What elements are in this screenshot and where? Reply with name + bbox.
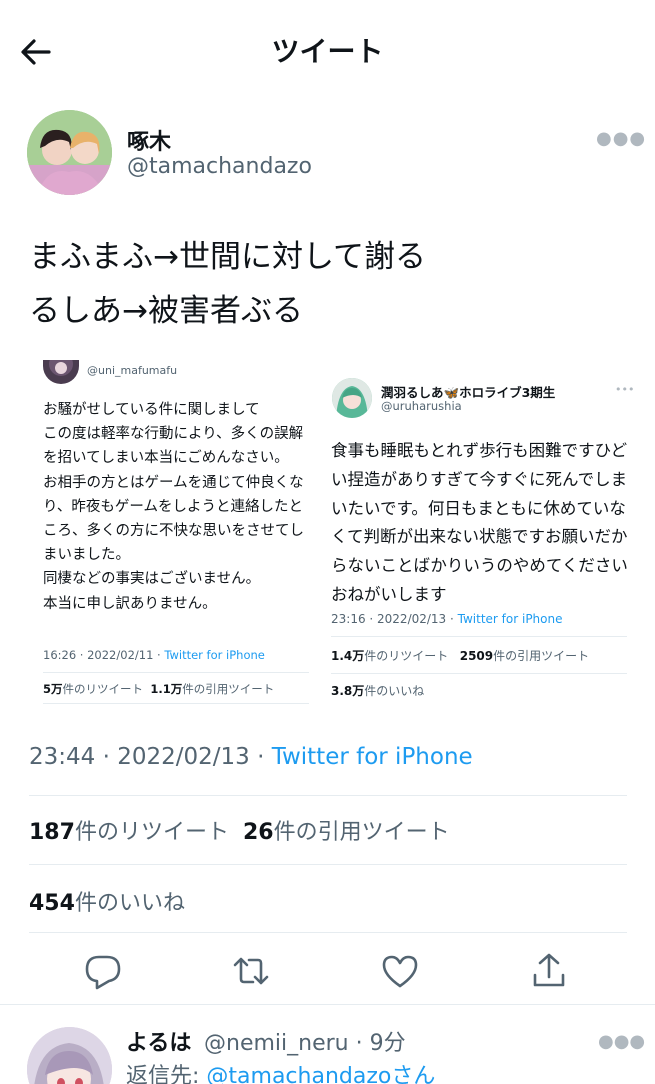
quoted-text: 食事も睡眠もとれず歩行も困難ですひどい捏造がありすぎて今すぐに死んでしまいたいで… — [331, 441, 628, 604]
quoted-handle: @uruharushia — [381, 399, 462, 413]
like-stats[interactable]: 454件のいいね — [29, 885, 185, 917]
quoted-retweet-count: 5万 — [43, 682, 63, 696]
quoted-retweet-label: 件のリツイート — [364, 649, 449, 663]
quoted-retweet-count: 1.4万 — [331, 649, 365, 663]
tweet-client-link[interactable]: Twitter for iPhone — [272, 744, 473, 770]
quoted-like-label: 件のいいね — [364, 684, 425, 698]
quoted-tweet-mafumafu: @uni_mafumafu お騒がせしている件に関しまして この度は軽率な行動に… — [29, 350, 314, 710]
quoted-time: 16:26 · 2022/02/11 · — [43, 648, 165, 662]
attached-image[interactable]: @uni_mafumafu お騒がせしている件に関しまして この度は軽率な行動に… — [29, 350, 634, 720]
like-count: 454 — [29, 891, 75, 916]
reply-icon[interactable] — [83, 951, 123, 991]
retweet-label: 件のリツイート — [74, 820, 229, 845]
divider — [29, 864, 627, 865]
header-bar: ツイート — [0, 0, 655, 100]
avatar[interactable] — [27, 110, 112, 195]
divider — [0, 1004, 655, 1005]
avatar — [332, 378, 372, 418]
quoted-timestamp: 23:16 · 2022/02/13 · Twitter for iPhone — [331, 612, 563, 626]
quoted-stats: 1.4万件のリツイート 2509件の引用ツイート — [331, 647, 589, 664]
like-icon[interactable] — [380, 951, 420, 991]
tweet-author: 啄木 @tamachandazo ●●● — [27, 110, 645, 200]
divider — [29, 932, 627, 933]
divider — [43, 672, 309, 673]
reply-to: 返信先: @tamachandazoさん — [126, 1058, 435, 1084]
reply-to-suffix: さん — [391, 1064, 436, 1084]
retweet-count: 187 — [29, 820, 75, 845]
like-label: 件のいいね — [74, 891, 185, 916]
quoted-retweet-label: 件のリツイート — [62, 682, 144, 696]
reply-author-handle[interactable]: @nemii_neru · 9分 — [204, 1025, 406, 1057]
avatar — [43, 360, 79, 384]
quote-label: 件の引用ツイート — [273, 820, 450, 845]
tweet-text: まふまふ→世間に対して謝る るしあ→被害者ぶる — [29, 230, 629, 338]
quoted-quote-count: 2509 — [459, 649, 494, 663]
quoted-likes: 3.8万件のいいね — [331, 682, 424, 699]
quoted-quote-label: 件の引用ツイート — [182, 682, 275, 696]
quoted-handle: @uni_mafumafu — [87, 364, 178, 377]
tweet-line: まふまふ→世間に対して謝る — [29, 239, 427, 275]
author-handle[interactable]: @tamachandazo — [127, 154, 312, 179]
avatar[interactable] — [27, 1027, 112, 1084]
retweet-stats[interactable]: 187件のリツイート 26件の引用ツイート — [29, 814, 450, 846]
reply-author-name[interactable]: よるは — [126, 1025, 191, 1057]
quoted-quote-count: 1.1万 — [150, 682, 183, 696]
more-options-icon[interactable]: ●●● — [598, 1031, 645, 1052]
quoted-time: 23:16 · 2022/02/13 · — [331, 612, 458, 626]
tweet-time: 23:44 · 2022/02/13 · — [29, 744, 272, 770]
reply-to-label: 返信先: — [126, 1064, 207, 1084]
quoted-timestamp: 16:26 · 2022/02/11 · Twitter for iPhone — [43, 648, 265, 662]
page-title: ツイート — [271, 35, 384, 68]
more-options-icon: ••• — [615, 383, 635, 396]
quoted-quote-label: 件の引用ツイート — [493, 649, 590, 663]
quoted-client: Twitter for iPhone — [457, 612, 563, 626]
reply-to-handle[interactable]: @tamachandazo — [206, 1064, 391, 1084]
quoted-stats: 5万件のリツイート 1.1万件の引用ツイート — [43, 681, 274, 697]
divider — [29, 795, 627, 796]
quoted-like-count: 3.8万 — [331, 684, 365, 698]
tweet-line: るしあ→被害者ぶる — [29, 293, 303, 329]
reply-tweet[interactable]: よるは @nemii_neru · 9分 ●●● 返信先: @tamachand… — [0, 1015, 655, 1084]
share-icon[interactable] — [529, 951, 569, 991]
author-name[interactable]: 啄木 — [127, 124, 171, 156]
tweet-timestamp: 23:44 · 2022/02/13 · Twitter for iPhone — [29, 744, 473, 770]
divider — [43, 703, 309, 704]
quoted-text: お騒がせしている件に関しまして この度は軽率な行動により、多くの誤解を招いてしま… — [43, 402, 304, 612]
quote-count: 26 — [242, 820, 274, 845]
more-options-icon[interactable]: ●●● — [596, 128, 646, 149]
divider — [331, 636, 627, 637]
quoted-client: Twitter for iPhone — [164, 648, 265, 662]
quoted-tweet-rushia: 潤羽るしあ🦋ホロライブ3期生 @uruharushia ••• 食事も睡眠もとれ… — [329, 375, 634, 715]
retweet-icon[interactable] — [231, 951, 271, 991]
divider — [331, 673, 627, 674]
